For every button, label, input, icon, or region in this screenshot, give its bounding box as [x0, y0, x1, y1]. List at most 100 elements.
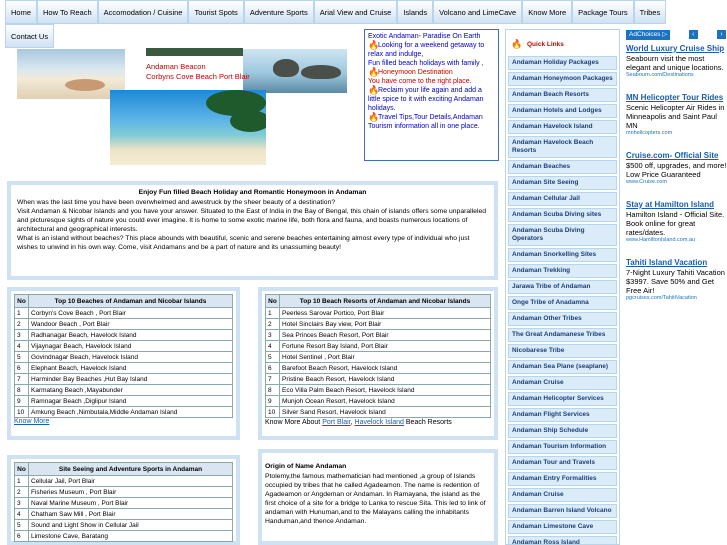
row-number: 2 — [265, 318, 280, 330]
exotic-line-6[interactable]: 🔥Travel Tips,Tour Details,Andaman Touris… — [368, 113, 495, 131]
row-number: 9 — [265, 395, 280, 407]
quick-link-item[interactable]: Andaman Cruise — [508, 376, 617, 390]
nav-contact-us[interactable]: Contact Us — [5, 24, 55, 48]
ad-title[interactable]: Stay at Hamilton Island — [626, 200, 727, 209]
nav-islands[interactable]: Islands — [397, 0, 434, 24]
quick-link-item[interactable]: Andaman Ross Island — [508, 536, 617, 544]
quick-link-item[interactable]: Andaman Hotels and Lodges — [508, 104, 617, 118]
ad-title[interactable]: Cruise.com- Official Site — [626, 151, 727, 160]
adchoices-label[interactable]: AdChoices ▷ — [626, 29, 671, 40]
quick-link-item[interactable]: Jarawa Tribe of Andaman — [508, 280, 617, 294]
row-number: 4 — [265, 340, 280, 352]
beaches-col-no: No — [14, 294, 29, 308]
table-row: 4 Chatham Saw Mill , Port Blair — [14, 508, 233, 520]
ad-prev-icon[interactable]: ‹ — [688, 30, 698, 39]
table-row: 5 Hotel Sentinel , Port Blair — [265, 351, 491, 363]
nav-home[interactable]: Home — [5, 0, 38, 24]
ad-url[interactable]: www.HamiltonIsland.com.au — [626, 237, 727, 244]
quick-link-item[interactable]: Andaman Honeymoon Packages — [508, 72, 617, 86]
ad-url[interactable]: Seabourn.com/Destinations — [626, 72, 727, 79]
ad-url[interactable]: pgcruises.com/TahitiVacation — [626, 295, 727, 302]
row-number: 6 — [14, 530, 29, 542]
flame-icon: 🔥 — [368, 67, 380, 77]
intro-paragraph-3: What is an island without beaches? This … — [17, 235, 470, 251]
quick-link-item[interactable]: Andaman Limestone Cave — [508, 520, 617, 534]
nav-accomodation-cuisine[interactable]: Accomodation / Cuisine — [97, 0, 189, 24]
port-blair-link[interactable]: Port Blair — [322, 419, 350, 426]
quick-link-item[interactable]: Andaman Tour and Travels — [508, 456, 617, 470]
table-row: 9 Munjoh Ocean Resort, Havelock Island — [265, 395, 491, 407]
ad-title[interactable]: MN Helicopter Tour Rides — [626, 93, 727, 102]
row-number: 4 — [14, 508, 29, 520]
photo-caption-beacon: Andaman Beacon — [146, 62, 206, 71]
sightseeing-panel: No Site Seeing and Adventure Sports in A… — [7, 455, 240, 545]
nav-package-tours[interactable]: Package Tours — [572, 0, 634, 24]
ad-body: Scenic Helicopter Air Rides in Minneapol… — [626, 103, 725, 130]
row-name: Amkung Beach ,Nimbutala,Middle Andaman I… — [28, 406, 233, 418]
quick-link-item[interactable]: Andaman Site Seeing — [508, 176, 617, 190]
flame-icon: 🔥 — [368, 40, 380, 50]
quick-link-item[interactable]: Andaman Scuba Diving Operators — [508, 224, 617, 246]
origin-body: Ptolemy,the famous mathematician had men… — [265, 473, 486, 525]
quick-link-item[interactable]: Andaman Havelock Beach Resorts — [508, 136, 617, 158]
quick-link-item[interactable]: Nicobarese Tribe — [508, 344, 617, 358]
quick-link-item[interactable]: Andaman Cruise — [508, 488, 617, 502]
nav-tribes[interactable]: Tribes — [633, 0, 667, 24]
quick-link-item[interactable]: The Great Andamanese Tribes — [508, 328, 617, 342]
havelock-island-link[interactable]: Havelock Island — [355, 419, 404, 426]
nav-volcano-limecave[interactable]: Volcano and LimeCave — [433, 0, 523, 24]
row-number: 10 — [14, 406, 29, 418]
ad-url[interactable]: mnhelicopters.com — [626, 130, 727, 137]
ad-body: Seabourn visit the most elegant and uniq… — [626, 54, 724, 72]
row-number: 1 — [14, 307, 29, 319]
quick-link-item[interactable]: Andaman Entry Formalities — [508, 472, 617, 486]
quick-link-item[interactable]: Andaman Scuba Diving sites — [508, 208, 617, 222]
quick-link-item[interactable]: Andaman Havelock Island — [508, 120, 617, 134]
quick-link-item[interactable]: Onge Tribe of Anadamna — [508, 296, 617, 310]
row-number: 10 — [265, 406, 280, 418]
nav-arial-view-cruise[interactable]: Arial View and Cruise — [313, 0, 398, 24]
table-row: 8 Eco Villa Palm Beach Resort, Havelock I… — [265, 384, 491, 396]
beaches-panel: No Top 10 Beaches of Andaman and Nicobar… — [7, 287, 240, 440]
ad-title[interactable]: World Luxury Cruise Ship — [626, 44, 727, 53]
nav-adventure-sports[interactable]: Adventure Sports — [243, 0, 314, 24]
beach-photo-collage: Andaman Beacon Corbyns Cove Beach Port B… — [17, 47, 347, 165]
quick-link-item[interactable]: Andaman Cellular Jail — [508, 192, 617, 206]
ad-body: 7-Night Luxury Tahiti Vacation $3997. Sa… — [626, 268, 725, 295]
tropical-beach-photo — [110, 90, 266, 165]
ad-title[interactable]: Tahiti Island Vacation — [626, 258, 727, 267]
quick-link-item[interactable]: Andaman Barren Island Volcano — [508, 504, 617, 518]
quick-link-item[interactable]: Andaman Snorkelling Sites — [508, 248, 617, 262]
nav-tourist-spots[interactable]: Tourist Spots — [188, 0, 244, 24]
quick-link-item[interactable]: Andaman Trekking — [508, 264, 617, 278]
table-row: 2 Wandoor Beach , Port Blair — [14, 318, 233, 330]
table-row: 3 Sea Princes Beach Resort, Port Blair — [265, 329, 491, 341]
ad-next-icon[interactable]: › — [717, 30, 726, 39]
row-name: Govindnagar Beach, Havelock Island — [28, 351, 233, 363]
row-number: 6 — [265, 362, 280, 374]
beaches-know-more-link[interactable]: Know More — [14, 418, 233, 425]
table-row: 1 Corbyn's Cove Beach , Port Blair — [14, 307, 233, 319]
quick-link-item[interactable]: Andaman Holiday Packages — [508, 56, 617, 70]
resorts-panel: No Top 10 Beach Resorts of Andaman and N… — [258, 287, 498, 440]
nav-how-to-reach[interactable]: How To Reach — [37, 0, 98, 24]
couple-beach-photo — [17, 49, 125, 99]
row-number: 3 — [265, 329, 280, 341]
table-row: 1 Peerless Sarovar Portico, Port Blair — [265, 307, 491, 319]
row-number: 8 — [14, 384, 29, 396]
quick-link-item[interactable]: Andaman Sea Plane (seaplane) — [508, 360, 617, 374]
quick-link-item[interactable]: Andaman Ship Schedule — [508, 424, 617, 438]
quick-link-item[interactable]: Andaman Helicopter Services — [508, 392, 617, 406]
table-row: 2 Hotel Sinclairs Bay view, Port Blair — [265, 318, 491, 330]
quick-link-item[interactable]: Andaman Beach Resorts — [508, 88, 617, 102]
beacon-strip-photo — [146, 48, 243, 56]
nav-know-more[interactable]: Know More — [522, 0, 573, 24]
resorts-table: No Top 10 Beach Resorts of Andaman and N… — [265, 294, 491, 418]
table-row: 9 Ramnagar Beach ,Diglipur Island — [14, 395, 233, 407]
quick-link-item[interactable]: Andaman Beaches — [508, 160, 617, 174]
row-name: Sound and Light Show in Cellular Jail — [28, 519, 233, 531]
ad-url[interactable]: www.Cruise.com — [626, 179, 727, 186]
quick-link-item[interactable]: Andaman Flight Services — [508, 408, 617, 422]
quick-link-item[interactable]: Andaman Tourism Information — [508, 440, 617, 454]
quick-link-item[interactable]: Andaman Other Tribes — [508, 312, 617, 326]
